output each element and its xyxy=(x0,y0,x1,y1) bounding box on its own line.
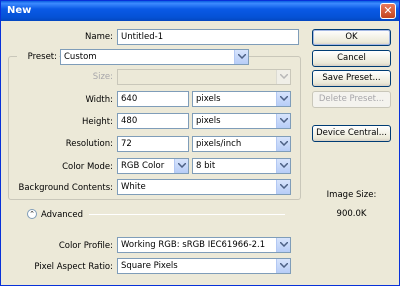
bit-depth-value: 8 bit xyxy=(196,161,216,171)
resolution-field[interactable]: 72 xyxy=(117,136,189,152)
save-preset-button[interactable]: Save Preset... xyxy=(312,70,391,87)
chevron-down-icon xyxy=(234,50,248,64)
pixel-aspect-ratio-label: Pixel Aspect Ratio: xyxy=(34,262,113,272)
resolution-unit-value: pixels/inch xyxy=(196,139,242,149)
name-label: Name: xyxy=(85,32,113,42)
color-mode-label: Color Mode: xyxy=(62,162,113,172)
close-button[interactable]: ✕ xyxy=(380,3,396,19)
new-document-dialog: New ✕ Name: Untitled-1 Preset: Custom Si… xyxy=(0,0,400,286)
resolution-unit-select[interactable]: pixels/inch xyxy=(192,136,291,152)
chevron-down-icon xyxy=(276,92,290,106)
preset-value: Custom xyxy=(64,52,97,62)
chevron-down-icon xyxy=(276,238,290,252)
chevron-down-icon xyxy=(174,159,188,173)
color-mode-select[interactable]: RGB Color xyxy=(117,158,189,174)
chevron-down-icon xyxy=(276,70,290,84)
advanced-toggle-button[interactable]: ⌃ xyxy=(27,209,37,219)
pixel-aspect-ratio-value: Square Pixels xyxy=(121,261,178,271)
resolution-label: Resolution: xyxy=(65,139,113,149)
background-contents-label: Background Contents: xyxy=(18,183,113,193)
chevron-down-icon xyxy=(276,259,290,273)
ok-button[interactable]: OK xyxy=(312,29,391,46)
name-field[interactable]: Untitled-1 xyxy=(117,29,299,45)
cancel-button[interactable]: Cancel xyxy=(312,50,391,67)
pixel-aspect-ratio-select[interactable]: Square Pixels xyxy=(117,258,291,274)
preset-label: Preset: xyxy=(17,52,59,62)
width-field[interactable]: 640 xyxy=(117,91,189,107)
background-contents-value: White xyxy=(121,182,146,192)
color-mode-value: RGB Color xyxy=(121,161,165,171)
color-profile-value: Working RGB: sRGB IEC61966-2.1 xyxy=(121,240,266,250)
chevron-down-icon xyxy=(276,159,290,173)
window-title: New xyxy=(7,5,32,16)
height-label: Height: xyxy=(82,117,113,127)
height-unit-value: pixels xyxy=(196,116,221,126)
width-label: Width: xyxy=(85,95,113,105)
width-unit-value: pixels xyxy=(196,94,221,104)
size-label: Size: xyxy=(92,72,113,82)
width-unit-select[interactable]: pixels xyxy=(192,91,291,107)
chevron-down-icon xyxy=(276,137,290,151)
chevron-down-icon xyxy=(276,180,290,194)
title-bar[interactable]: New ✕ xyxy=(1,1,399,21)
size-select[interactable] xyxy=(117,69,291,85)
color-profile-select[interactable]: Working RGB: sRGB IEC61966-2.1 xyxy=(117,237,291,253)
image-size-label: Image Size: xyxy=(326,190,377,200)
background-contents-select[interactable]: White xyxy=(117,179,291,195)
close-icon: ✕ xyxy=(383,4,393,17)
delete-preset-button[interactable]: Delete Preset... xyxy=(312,91,391,108)
bit-depth-select[interactable]: 8 bit xyxy=(192,158,291,174)
device-central-button[interactable]: Device Central... xyxy=(312,125,391,142)
color-profile-label: Color Profile: xyxy=(58,241,113,251)
image-size-value: 900.0K xyxy=(336,209,367,219)
advanced-label: Advanced xyxy=(41,210,83,220)
advanced-divider xyxy=(89,214,285,215)
height-unit-select[interactable]: pixels xyxy=(192,113,291,129)
collapse-chevron-icon: ⌃ xyxy=(29,210,35,218)
chevron-down-icon xyxy=(276,114,290,128)
height-field[interactable]: 480 xyxy=(117,113,189,129)
preset-select[interactable]: Custom xyxy=(60,49,249,65)
